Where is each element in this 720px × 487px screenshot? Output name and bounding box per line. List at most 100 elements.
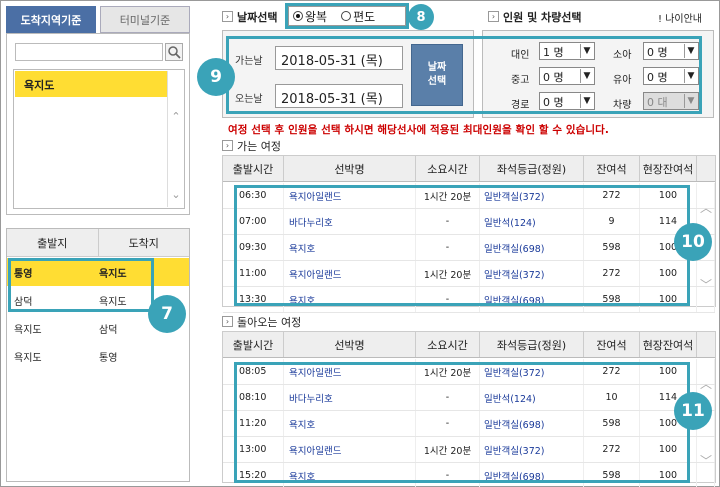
infant-label: 유아 xyxy=(613,75,632,86)
cell-remaining: 598 xyxy=(584,287,640,312)
radio-one-way[interactable]: 편도 xyxy=(341,8,375,25)
cell-seat-class[interactable]: 일반객실(372) xyxy=(480,437,584,462)
header-origin: 출발지 xyxy=(7,229,99,256)
table-row[interactable]: 13:30 욕지호 - 일반객실(698) 598 100 xyxy=(223,287,715,313)
chevron-right-icon: › xyxy=(222,316,233,327)
depart-date-field[interactable]: 2018-05-31 (목) xyxy=(275,46,403,70)
age-guide-label: 나이안내 xyxy=(665,14,703,25)
select-date-button[interactable]: 날짜 선택 xyxy=(411,44,463,106)
cell-ship-name[interactable]: 욕지호 xyxy=(284,463,416,487)
radio-round-trip[interactable]: 왕복 xyxy=(293,8,327,25)
col-seat-class: 좌석등급(정원) xyxy=(480,156,584,181)
cell-seat-class[interactable]: 일반객실(372) xyxy=(480,359,584,384)
age-guide-link[interactable]: ! 나이안내 xyxy=(658,10,702,25)
col-ship-name: 선박명 xyxy=(284,156,416,181)
chevron-down-icon[interactable]: ﹀ xyxy=(698,276,714,293)
cell-duration: - xyxy=(416,209,480,234)
chevron-right-icon: › xyxy=(222,140,233,151)
cell-seat-class[interactable]: 일반객실(372) xyxy=(480,183,584,208)
table-row[interactable]: 11:00 욕지아일랜드 1시간 20분 일반객실(372) 272 100 xyxy=(223,261,715,287)
teen-value: 0 명 xyxy=(543,71,564,84)
cell-seat-class[interactable]: 일반객실(698) xyxy=(480,463,584,487)
list-item[interactable]: 욕지도 xyxy=(15,71,167,97)
vehicle-select[interactable]: 0 대 ▼ xyxy=(643,92,699,110)
chevron-down-icon: ▼ xyxy=(580,44,593,58)
cell-ship-name[interactable]: 바다누리호 xyxy=(284,209,416,234)
cell-ship-name[interactable]: 욕지아일랜드 xyxy=(284,359,416,384)
senior-select[interactable]: 0 명 ▼ xyxy=(539,92,595,110)
cell-seat-class[interactable]: 일반객실(698) xyxy=(480,287,584,312)
route-row[interactable]: 욕지도 통영 xyxy=(7,342,189,370)
outbound-title: 가는 여정 xyxy=(237,140,281,153)
radio-selected-icon xyxy=(293,11,303,21)
cell-depart-time: 15:20 xyxy=(223,463,284,487)
callout-badge-10: 10 xyxy=(674,223,712,261)
outbound-header: 출발시간 선박명 소요시간 좌석등급(정원) 잔여석 현장잔여석 xyxy=(223,156,715,182)
cell-duration: - xyxy=(416,235,480,260)
col-ship-name: 선박명 xyxy=(284,332,416,357)
callout-badge-9: 9 xyxy=(197,58,235,96)
list-scrollbar[interactable]: ⌃ ⌄ xyxy=(167,71,183,207)
cell-ship-name[interactable]: 욕지아일랜드 xyxy=(284,437,416,462)
notice-text: 여정 선택 후 인원을 선택 하시면 해당선사에 적용된 최대인원을 확인 할 … xyxy=(228,124,609,136)
table-row[interactable]: 06:30 욕지아일랜드 1시간 20분 일반객실(372) 272 100 xyxy=(223,183,715,209)
chevron-down-icon[interactable]: ﹀ xyxy=(698,452,714,469)
cell-ship-name[interactable]: 욕지호 xyxy=(284,411,416,436)
chevron-right-icon: › xyxy=(222,11,233,22)
region-search-input[interactable] xyxy=(15,43,163,61)
cell-ship-name[interactable]: 욕지호 xyxy=(284,287,416,312)
adult-label: 대인 xyxy=(511,50,530,61)
cell-remaining: 10 xyxy=(584,385,640,410)
radio-empty-icon xyxy=(341,11,352,21)
adult-select[interactable]: 1 명 ▼ xyxy=(539,42,595,60)
chevron-up-icon[interactable]: ︿ xyxy=(698,199,714,216)
table-row[interactable]: 11:20 욕지호 - 일반객실(698) 598 100 xyxy=(223,411,715,437)
cell-ship-name[interactable]: 욕지호 xyxy=(284,235,416,260)
tab-terminal[interactable]: 터미널기준 xyxy=(100,6,190,33)
table-row[interactable]: 09:30 욕지호 - 일반객실(698) 598 100 xyxy=(223,235,715,261)
cell-duration: 1시간 20분 xyxy=(416,183,480,208)
depart-date-label: 가는날 xyxy=(235,56,263,67)
chevron-down-icon: ▼ xyxy=(684,44,697,58)
return-date-field[interactable]: 2018-05-31 (목) xyxy=(275,84,403,108)
child-select[interactable]: 0 명 ▼ xyxy=(643,42,699,60)
cell-onsite-remaining: 100 xyxy=(640,183,697,208)
chevron-down-icon: ▼ xyxy=(684,94,697,108)
chevron-down-icon[interactable]: ⌄ xyxy=(170,189,182,201)
teen-select[interactable]: 0 명 ▼ xyxy=(539,67,595,85)
date-panel: 가는날 2018-05-31 (목) 오는날 2018-05-31 (목) 날짜… xyxy=(222,30,474,118)
cell-ship-name[interactable]: 바다누리호 xyxy=(284,385,416,410)
table-row[interactable]: 13:00 욕지아일랜드 1시간 20분 일반객실(372) 272 100 xyxy=(223,437,715,463)
cell-ship-name[interactable]: 욕지아일랜드 xyxy=(284,261,416,286)
infant-value: 0 명 xyxy=(647,71,668,84)
table-row[interactable]: 08:10 바다누리호 - 일반석(124) 10 114 xyxy=(223,385,715,411)
callout-badge-8: 8 xyxy=(408,4,434,30)
table-row[interactable]: 08:05 욕지아일랜드 1시간 20분 일반객실(372) 272 100 xyxy=(223,359,715,385)
info-icon: ! xyxy=(658,14,663,25)
cell-seat-class[interactable]: 일반객실(372) xyxy=(480,261,584,286)
senior-label: 경로 xyxy=(511,100,530,111)
cell-ship-name[interactable]: 욕지아일랜드 xyxy=(284,183,416,208)
chevron-down-icon: ▼ xyxy=(580,69,593,83)
cell-seat-class[interactable]: 일반객실(698) xyxy=(480,235,584,260)
cell-remaining: 598 xyxy=(584,235,640,260)
search-button[interactable] xyxy=(165,43,183,61)
table-row[interactable]: 15:20 욕지호 - 일반객실(698) 598 100 xyxy=(223,463,715,487)
tab-arrival-region[interactable]: 도착지역기준 xyxy=(6,6,96,33)
route-origin: 욕지도 xyxy=(14,352,42,364)
chevron-up-icon[interactable]: ⌃ xyxy=(170,111,182,123)
cell-remaining: 272 xyxy=(584,359,640,384)
route-origin: 욕지도 xyxy=(14,324,42,336)
cell-seat-class[interactable]: 일반객실(698) xyxy=(480,411,584,436)
cell-seat-class[interactable]: 일반석(124) xyxy=(480,209,584,234)
chevron-up-icon[interactable]: ︿ xyxy=(698,375,714,392)
col-duration: 소요시간 xyxy=(416,156,480,181)
cell-seat-class[interactable]: 일반석(124) xyxy=(480,385,584,410)
cell-remaining: 9 xyxy=(584,209,640,234)
table-row[interactable]: 07:00 바다누리호 - 일반석(124) 9 114 xyxy=(223,209,715,235)
infant-select[interactable]: 0 명 ▼ xyxy=(643,67,699,85)
col-onsite-remaining: 현장잔여석 xyxy=(640,156,697,181)
route-row[interactable]: 통영 욕지도 xyxy=(7,258,189,286)
chevron-right-icon: › xyxy=(488,11,499,22)
search-icon xyxy=(168,46,181,59)
